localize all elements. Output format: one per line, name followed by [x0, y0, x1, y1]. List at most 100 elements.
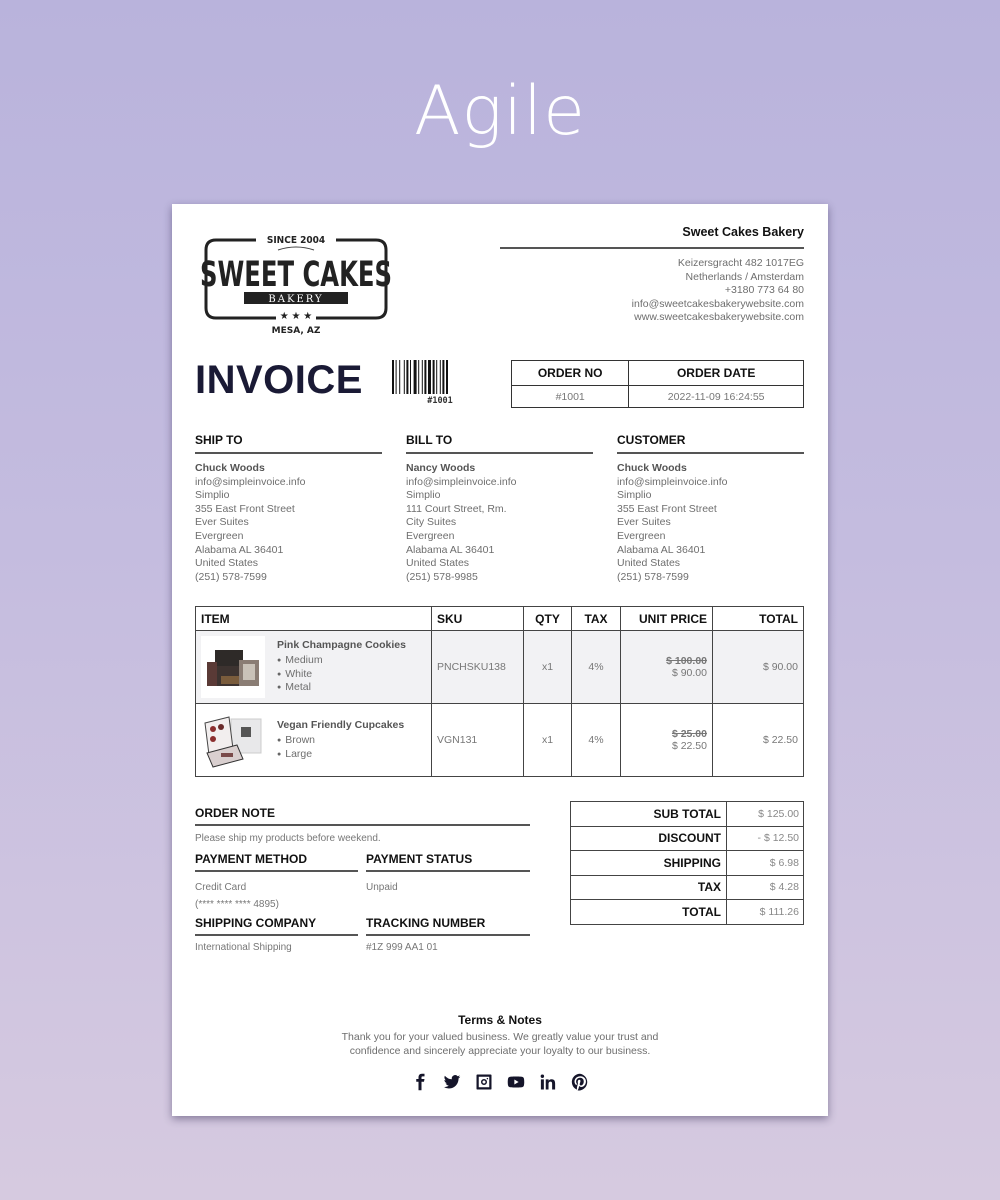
item-unit-price: $ 90.00	[671, 667, 707, 679]
totals-table: SUB TOTAL $ 125.00 DISCOUNT - $ 12.50 SH…	[570, 801, 804, 925]
company-email[interactable]: info@sweetcakesbakerywebsite.com	[632, 298, 804, 312]
subtotal-value: $ 125.00	[726, 801, 804, 827]
payment-status-heading: PAYMENT STATUS	[366, 852, 530, 872]
ship-to-block: SHIP TO Chuck Woods info@simpleinvoice.i…	[195, 433, 382, 584]
ship-to-line: Evergreen	[195, 529, 244, 542]
order-date-header: ORDER DATE	[628, 360, 804, 386]
barcode-bar	[413, 360, 417, 394]
barcode-bar	[439, 360, 441, 394]
customer-line: Alabama AL 36401	[617, 543, 706, 556]
discount-value: - $ 12.50	[726, 825, 804, 851]
barcode-bar	[418, 360, 420, 394]
ship-to-heading: SHIP TO	[195, 433, 382, 454]
company-address: Keizersgracht 482 1017EG Netherlands / A…	[632, 257, 804, 325]
ship-to-line: (251) 578-7599	[195, 570, 267, 583]
shipping-row: SHIPPING $ 6.98	[570, 850, 804, 876]
item-total: $ 22.50	[712, 703, 804, 777]
facebook-icon[interactable]	[411, 1073, 429, 1091]
logo-since: SINCE 2004	[267, 235, 325, 246]
order-note-text: Please ship my products before weekend.	[195, 833, 381, 844]
logo-name: SWEET CAKES	[200, 255, 392, 295]
barcode-bar	[392, 360, 394, 394]
item-unit-price: $ 22.50	[671, 740, 707, 752]
order-note-block: ORDER NOTE Please ship my products befor…	[195, 806, 530, 847]
barcode-bar	[432, 360, 435, 394]
shipping-label: SHIPPING	[570, 850, 727, 876]
terms-text: Thank you for your valued business. We g…	[322, 1031, 678, 1058]
payment-method-heading: PAYMENT METHOD	[195, 852, 358, 872]
order-info-table: ORDER NO ORDER DATE #1001 2022-11-09 16:…	[510, 360, 804, 408]
product-image	[201, 636, 265, 698]
tax-value: $ 4.28	[726, 874, 804, 900]
invoice-title: INVOICE	[195, 358, 363, 402]
customer-line: Evergreen	[617, 529, 666, 542]
table-row: Pink Champagne Cookies Medium White Meta…	[195, 630, 804, 704]
terms-line: Thank you for your valued business. We g…	[341, 1031, 659, 1043]
item-sku: PNCHSKU138	[431, 630, 524, 704]
header-qty: QTY	[523, 606, 572, 631]
pinterest-icon[interactable]	[571, 1073, 589, 1091]
bill-to-block: BILL TO Nancy Woods info@simpleinvoice.i…	[406, 433, 593, 584]
grand-total-label: TOTAL	[570, 899, 727, 925]
ship-to-line: Simplio	[195, 489, 230, 502]
tax-row: TAX $ 4.28	[570, 874, 804, 900]
tracking-number-value: #1Z 999 AA1 01	[366, 942, 438, 953]
ship-to-line: Ever Suites	[195, 516, 249, 529]
linkedin-icon[interactable]	[539, 1073, 557, 1091]
company-website[interactable]: www.sweetcakesbakerywebsite.com	[632, 311, 804, 325]
barcode-bar	[399, 360, 401, 394]
tracking-number-block: TRACKING NUMBER #1Z 999 AA1 01	[366, 916, 530, 956]
item-option: White	[277, 668, 406, 681]
item-name: Vegan Friendly Cupcakes	[277, 719, 405, 732]
sweet-cakes-logo: SINCE 2004 SWEET CAKES BAKERY ★ ★ ★ MESA…	[200, 235, 392, 336]
discount-row: DISCOUNT - $ 12.50	[570, 825, 804, 851]
barcode-bar	[442, 360, 445, 394]
terms-line: confidence and sincerely appreciate your…	[349, 1044, 651, 1057]
bill-to-line: 111 Court Street, Rm.	[406, 502, 507, 515]
customer-line: 355 East Front Street	[617, 502, 717, 515]
bill-to-line: Evergreen	[406, 529, 455, 542]
page-title: Agile	[414, 72, 586, 151]
discount-label: DISCOUNT	[570, 825, 727, 851]
items-header-row: ITEM SKU QTY TAX UNIT PRICE TOTAL	[195, 606, 804, 631]
social-links	[172, 1073, 828, 1091]
barcode-bar	[436, 360, 438, 394]
customer-line: info@simpleinvoice.info	[617, 475, 728, 488]
item-sku: VGN131	[431, 703, 524, 777]
item-qty: x1	[523, 630, 572, 704]
shipping-value: $ 6.98	[726, 850, 804, 876]
logo-location: MESA, AZ	[272, 326, 321, 336]
item-original-price: $ 25.00	[671, 728, 707, 740]
ship-to-name: Chuck Woods	[195, 462, 265, 474]
customer-block: CUSTOMER Chuck Woods info@simpleinvoice.…	[617, 433, 804, 584]
payment-status-value: Unpaid	[366, 882, 398, 893]
order-no-value: #1001	[510, 385, 630, 408]
instagram-icon[interactable]	[475, 1073, 493, 1091]
customer-heading: CUSTOMER	[617, 433, 804, 454]
order-no-header: ORDER NO	[510, 360, 630, 386]
invoice-sheet: SINCE 2004 SWEET CAKES BAKERY ★ ★ ★ MESA…	[172, 204, 828, 1116]
tracking-number-heading: TRACKING NUMBER	[366, 916, 530, 936]
item-original-price: $ 100.00	[666, 655, 707, 667]
shipping-company-block: SHIPPING COMPANY International Shipping	[195, 916, 358, 956]
bill-to-name: Nancy Woods	[406, 462, 476, 474]
header-item: ITEM	[195, 606, 432, 631]
barcode	[392, 360, 448, 394]
payment-method-block: PAYMENT METHOD Credit Card (**** **** **…	[195, 852, 358, 913]
item-tax: 4%	[571, 630, 621, 704]
bill-to-line: info@simpleinvoice.info	[406, 475, 517, 488]
youtube-icon[interactable]	[507, 1073, 525, 1091]
customer-name: Chuck Woods	[617, 462, 687, 474]
item-total: $ 90.00	[712, 630, 804, 704]
item-option: Medium	[277, 654, 406, 667]
barcode-bar	[428, 360, 431, 394]
tax-label: TAX	[570, 874, 727, 900]
bill-to-heading: BILL TO	[406, 433, 593, 454]
payment-method-value: Credit Card (**** **** **** 4895)	[195, 879, 358, 913]
company-phone[interactable]: +3180 773 64 80	[632, 284, 804, 298]
payment-method-name: Credit Card	[195, 882, 247, 893]
barcode-number: #1001	[427, 396, 453, 406]
twitter-icon[interactable]	[443, 1073, 461, 1091]
logo-subtitle: BAKERY	[268, 294, 323, 305]
bill-to-line: Alabama AL 36401	[406, 543, 495, 556]
